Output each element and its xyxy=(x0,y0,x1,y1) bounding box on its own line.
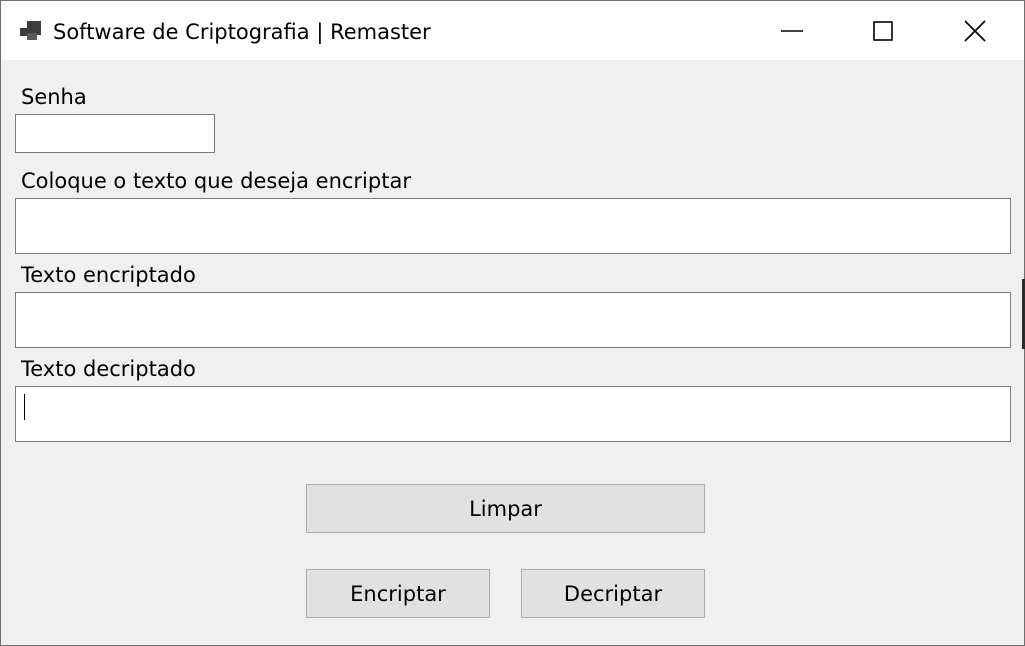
decrypted-text-input[interactable] xyxy=(15,386,1011,442)
encrypted-text-label: Texto encriptado xyxy=(21,263,196,287)
clear-button[interactable]: Limpar xyxy=(306,484,705,533)
close-icon xyxy=(964,19,986,42)
minimize-button[interactable] xyxy=(746,1,838,60)
decrypt-button[interactable]: Decriptar xyxy=(521,569,705,618)
plain-text-input[interactable] xyxy=(15,198,1011,254)
minimize-icon xyxy=(781,29,803,32)
maximize-button[interactable] xyxy=(837,1,929,60)
password-input[interactable] xyxy=(15,114,215,153)
password-label: Senha xyxy=(21,85,87,109)
decrypted-text-label: Texto decriptado xyxy=(21,357,196,381)
maximize-icon xyxy=(873,20,893,41)
close-button[interactable] xyxy=(929,1,1021,60)
window-title: Software de Criptografia | Remaster xyxy=(53,20,431,44)
plain-text-label: Coloque o texto que deseja encriptar xyxy=(21,169,411,193)
title-bar[interactable]: Software de Criptografia | Remaster xyxy=(1,1,1024,60)
encrypted-text-input[interactable] xyxy=(15,292,1011,348)
app-icon xyxy=(20,21,41,40)
encrypt-button[interactable]: Encriptar xyxy=(306,569,490,618)
decrypted-text-wrapper xyxy=(15,386,1011,442)
text-caret xyxy=(24,394,25,420)
app-window: Software de Criptografia | Remaster Senh… xyxy=(0,0,1025,646)
